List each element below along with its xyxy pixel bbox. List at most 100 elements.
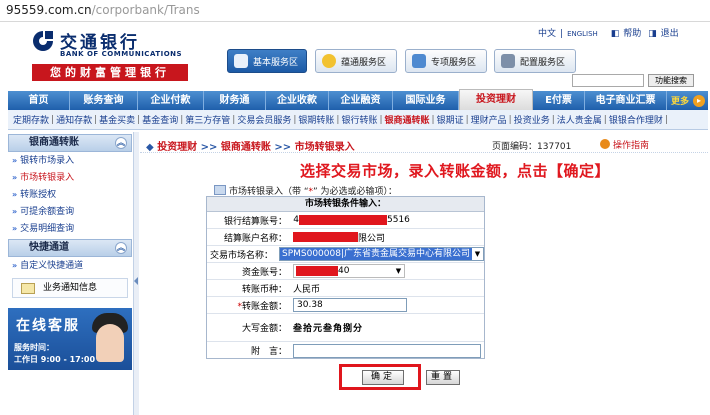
market-row: 交易市场名称： SPMS000008|广东省贵金属交易中心有限公司 ▼ [207, 246, 484, 263]
agent-face [96, 324, 124, 362]
bank-logo-icon [33, 31, 53, 51]
nav-item[interactable]: 企业收款 [266, 91, 329, 110]
subnav-item[interactable]: 银行转账 [339, 113, 379, 126]
main-nav: 首页 账务查询 企业付款 财务通 企业收款 企业融资 国际业务 投资理财 E付票 电子商业汇票 更多… [8, 89, 708, 110]
subnav-item[interactable]: 银银合作理财 [607, 113, 665, 126]
note-input[interactable] [293, 343, 481, 358]
sidebar-item[interactable]: » 可提余额查询 [8, 203, 132, 220]
subnav-item[interactable]: 法人贵金属 [555, 113, 604, 126]
globe-icon [412, 54, 426, 68]
subnav-item[interactable]: 定期存款 [11, 113, 51, 126]
sidebar-section-header[interactable]: 银商通转账 ︽ [8, 134, 132, 152]
online-service-banner[interactable]: 在线客服 服务时间： 工作日 9:00 - 17:00 [8, 308, 132, 370]
subnav-item[interactable]: 通知存款 [54, 113, 94, 126]
bullet-icon: » [12, 224, 18, 233]
help-icon: ◧ [610, 29, 620, 39]
chevron-down-icon: ▼ [474, 250, 481, 258]
special-service-button[interactable]: 专项服务区 [405, 49, 487, 73]
nav-item[interactable]: 国际业务 [393, 91, 459, 110]
nav-item[interactable]: E付票 [533, 91, 585, 110]
fund-account-select[interactable]: 40 ▼ [293, 264, 405, 278]
url-text: 95559.com.cn/corporbank/Trans [6, 3, 200, 17]
logout-link[interactable]: 退出 [661, 29, 679, 39]
basic-service-button[interactable]: 基本服务区 [227, 49, 307, 73]
subnav-item[interactable]: 第三方存管 [183, 113, 232, 126]
breadcrumb: ◆ 投资理财 >> 银商通转账 >> 市场转银录入 [146, 142, 355, 153]
collapse-icon[interactable]: ︽ [115, 242, 127, 254]
market-select[interactable]: SPMS000008|广东省贵金属交易中心有限公司 ▼ [278, 247, 484, 261]
function-search-button[interactable]: 功能搜索 [648, 74, 694, 87]
page-code: 页面编码：137701 [492, 142, 572, 152]
quick-channel-header[interactable]: 快捷通道 ︽ [8, 239, 132, 257]
subnav-separator: | [664, 114, 668, 125]
amount-cn-row: 大写金额： 叁拾元叁角捌分 [207, 314, 484, 342]
sidebar-item-custom-quick[interactable]: » 自定义快捷通道 [8, 257, 132, 274]
lang-en-link[interactable]: ENGLISH [567, 30, 598, 38]
instruction-annotation: 选择交易市场，录入转账金额，点击【确定】 [300, 162, 611, 180]
amount-cn-value: 叁拾元叁角捌分 [293, 324, 364, 334]
nav-item[interactable]: 电子商业汇票 [585, 91, 667, 110]
address-bar[interactable]: 95559.com.cn/corporbank/Trans [0, 0, 710, 22]
brand-slogan: 您的财富管理银行 [32, 64, 188, 81]
collapse-icon[interactable]: ︽ [115, 137, 127, 149]
mail-icon [21, 283, 35, 294]
subnav-item[interactable]: 银期转账 [296, 113, 336, 126]
subnav-item[interactable]: 基金买卖 [97, 113, 137, 126]
breadcrumb-bar: ◆ 投资理财 >> 银商通转账 >> 市场转银录入 页面编码：137701 操作… [140, 136, 708, 153]
redaction-mark [296, 266, 338, 276]
collapse-arrow-icon [134, 277, 138, 285]
yuntong-service-button[interactable]: 蕴通服务区 [315, 49, 397, 73]
account-name-value: 限公司 [290, 231, 385, 244]
nav-item[interactable]: 财务通 [204, 91, 266, 110]
guide-icon [600, 139, 610, 149]
fund-account-row: 资金账号： 40 ▼ [207, 263, 484, 280]
function-search-input[interactable] [572, 74, 644, 87]
nav-item[interactable]: 投资理财 [459, 89, 533, 110]
gear-icon [501, 54, 515, 68]
sidebar-toggle[interactable] [133, 132, 139, 415]
bullet-icon: » [12, 207, 18, 216]
logout-icon: ◨ [648, 29, 657, 39]
help-link[interactable]: 帮助 [623, 29, 641, 39]
nav-item[interactable]: 企业融资 [329, 91, 393, 110]
sub-nav: 定期存款 | 通知存款 | 基金买卖 | 基金查询 | 第三方存管 | 交易会员服务 | 银期转账 | 银行… [8, 110, 708, 130]
bullet-icon: » [12, 190, 18, 199]
subnav-item[interactable]: 基金查询 [140, 113, 180, 126]
reset-button[interactable]: 重置 [426, 370, 460, 385]
nav-more-link[interactable]: 更多 [671, 94, 689, 107]
account-value: 4 5516 [293, 215, 410, 225]
transfer-form: 市场转银条件输入： 银行结算账号： 4 5516 结算账户名称： 限公司 交易市场… [206, 196, 485, 359]
config-service-button[interactable]: 配置服务区 [494, 49, 576, 73]
document-icon [234, 54, 248, 68]
sidebar-item[interactable]: » 银转市场录入 [8, 152, 132, 169]
sidebar-item[interactable]: » 市场转银录入 [8, 169, 132, 186]
sidebar-item[interactable]: » 交易明细查询 [8, 220, 132, 237]
confirm-button[interactable]: 确定 [362, 370, 404, 385]
sidebar-item[interactable]: » 转账授权 [8, 186, 132, 203]
operation-guide-link[interactable]: 操作指南 [600, 138, 649, 151]
amount-row: *转账金额： 30.38 [207, 297, 484, 314]
subnav-item[interactable]: 投资业务 [512, 113, 552, 126]
coin-icon [322, 54, 336, 68]
chevron-down-icon: ▼ [395, 267, 402, 275]
note-row: 附 言： [207, 342, 484, 359]
more-arrow-icon[interactable]: ▸ [693, 94, 705, 107]
sidebar-list: » 银转市场录入» 市场转银录入» 转账授权» 可提余额查询» 交易明细查询 [8, 152, 132, 237]
business-notice-link[interactable]: 业务通知信息 [12, 278, 128, 298]
nav-item[interactable]: 首页 [8, 91, 70, 110]
subnav-item[interactable]: 银期证 [435, 113, 466, 126]
nav-item[interactable]: 企业付款 [138, 91, 204, 110]
bullet-icon: » [12, 173, 18, 182]
amount-input[interactable]: 30.38 [293, 298, 407, 312]
subnav-item[interactable]: 理财产品 [469, 113, 509, 126]
lang-cn-link[interactable]: 中文 [538, 29, 556, 39]
sidebar: 银商通转账 ︽ » 银转市场录入» 市场转银录入» 转账授权» 可提余额查询» 交易明细查询… [8, 134, 132, 415]
redaction-mark [299, 215, 387, 225]
nav-item[interactable]: 账务查询 [70, 91, 138, 110]
arrow-icon: ◆ [146, 142, 154, 153]
brand-name-en: BANK OF COMMUNICATIONS [60, 50, 183, 58]
subnav-item[interactable]: 交易会员服务 [235, 113, 293, 126]
account-name-row: 结算账户名称： 限公司 [207, 229, 484, 246]
subnav-item[interactable]: 银商通转账 [383, 113, 432, 126]
form-title: 市场转银条件输入： [207, 197, 484, 212]
